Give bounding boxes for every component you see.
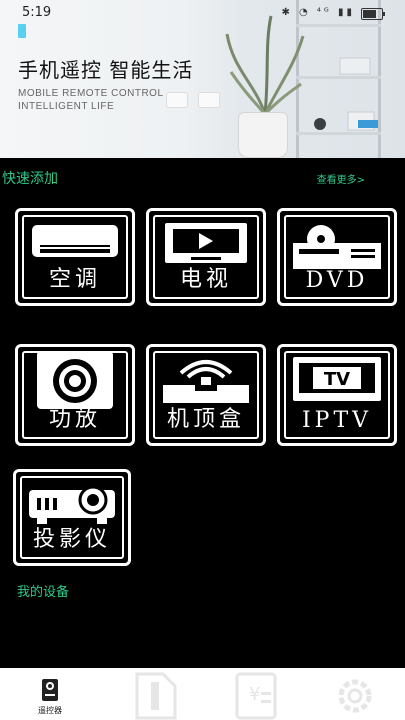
iptv-screen-text: TV xyxy=(324,369,350,390)
device-tile-air-conditioner[interactable]: 空调 xyxy=(15,208,135,306)
calculator-icon: ¥ xyxy=(235,672,277,720)
device-tile-tv[interactable]: 电视 xyxy=(146,208,266,306)
small-pot xyxy=(166,92,188,108)
device-tile-dvd[interactable]: DVD xyxy=(277,208,397,306)
battery-level xyxy=(363,10,376,18)
set-top-box-icon xyxy=(163,360,249,403)
brand-marker xyxy=(18,24,26,38)
remote-icon xyxy=(42,679,58,701)
tab-label: 遥控器 xyxy=(38,706,62,715)
hero-title: 手机遥控 智能生活 xyxy=(18,58,194,82)
tab-calculator[interactable]: ¥ xyxy=(225,668,285,720)
device-label: 功放 xyxy=(48,407,101,432)
device-label: 投影仪 xyxy=(32,527,111,552)
tab-document[interactable] xyxy=(125,668,185,720)
iptv-icon: TV xyxy=(293,357,381,401)
bottom-tab-bar: 遥控器 ¥ xyxy=(0,668,405,720)
device-tile-projector[interactable]: 投影仪 xyxy=(13,469,131,566)
device-tile-amplifier[interactable]: 功放 xyxy=(15,344,135,446)
quick-add-title: 快速添加 xyxy=(2,171,58,187)
status-icons: ✱ ◔ ⁴ᴳ ▮▮ xyxy=(281,7,355,18)
document-icon xyxy=(135,672,177,720)
device-tile-set-top-box[interactable]: 机顶盒 xyxy=(146,344,266,446)
tab-settings[interactable] xyxy=(325,668,385,720)
device-label: IPTV xyxy=(301,408,373,433)
device-label: 电视 xyxy=(179,267,232,292)
view-more-link[interactable]: 查看更多> xyxy=(317,171,365,186)
hero-subtitle: MOBILE REMOTE CONTROL xyxy=(18,88,164,99)
device-label: 空调 xyxy=(48,267,101,292)
device-tile-iptv[interactable]: TV IPTV xyxy=(277,344,397,446)
battery-icon xyxy=(361,8,385,20)
hero-banner: 5:19 ✱ ◔ ⁴ᴳ ▮▮ 手机遥控 智能生活 MOBILE REMOTE C… xyxy=(0,0,405,158)
tab-remote[interactable]: 遥控器 xyxy=(20,668,80,720)
svg-text:¥: ¥ xyxy=(249,684,260,705)
my-devices-title: 我的设备 xyxy=(17,585,70,600)
gear-icon xyxy=(338,679,372,713)
air-conditioner-icon xyxy=(32,225,118,257)
hero-subtitle: INTELLIGENT LIFE xyxy=(18,101,115,112)
device-label: 机顶盒 xyxy=(166,407,245,432)
plant-pot xyxy=(238,112,288,158)
status-bar: 5:19 ✱ ◔ ⁴ᴳ ▮▮ xyxy=(0,0,405,26)
status-time: 5:19 xyxy=(22,5,52,20)
plant-illustration xyxy=(225,15,305,116)
device-label: DVD xyxy=(305,268,369,293)
small-pot xyxy=(198,92,220,108)
dvd-player-icon xyxy=(293,225,381,269)
